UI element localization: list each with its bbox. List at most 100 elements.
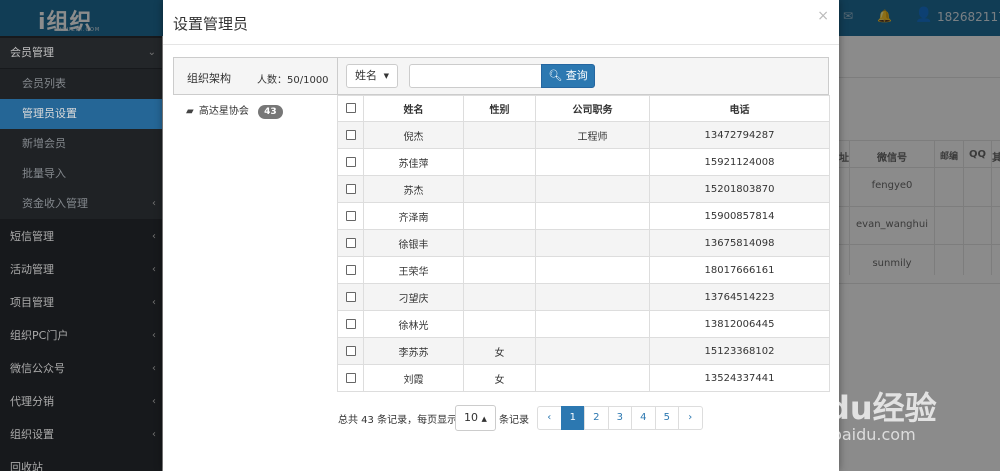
row-checkbox[interactable] [345,318,356,329]
cell-phone: 15921124008 [649,148,830,176]
select-all-checkbox[interactable] [345,103,356,113]
divider [838,77,1000,78]
table-row[interactable]: 李苏苏女 15123368102 [337,337,830,365]
sidebar: 会员管理 ⌄ 会员列表 管理员设置 新增会员 批量导入 资金收入管理 ‹ 短信管… [0,36,162,471]
cell-name: 苏佳萍 [363,148,464,176]
member-table: 姓名 性别 公司职务 电话 倪杰 工程师 13472794287 苏佳萍 1592112… [337,95,830,392]
search-button-label: 查询 [565,69,588,82]
cell-gender: 女 [463,364,536,392]
cell-job-title [535,337,650,365]
cell-job-title [535,175,650,203]
cell-gender [463,148,536,176]
cell-job-title [535,229,650,257]
cell-name: 苏杰 [363,175,464,203]
page-size-dropdown[interactable]: 10 ▲ [455,405,496,431]
select-cell [337,256,364,284]
select-cell [337,175,364,203]
select-cell [337,148,364,176]
watermark-text: Baidu经验 [770,389,937,427]
page-button-5[interactable]: 5 [654,406,679,430]
search-input[interactable] [409,64,542,88]
modal-header: 设置管理员 × [163,0,839,45]
org-tree-node[interactable]: ▰ 高达星协会 43 [186,103,283,121]
close-button[interactable]: × [817,8,829,24]
divider [838,167,1000,168]
next-page-button[interactable]: › [678,406,703,430]
search-icon: 🔍︎ [548,69,563,82]
divider [838,140,1000,141]
cell-job-title [535,148,650,176]
org-structure-header: 组织架构 人数：50/1000 [173,57,338,95]
table-row[interactable]: 倪杰 工程师 13472794287 [337,121,830,149]
cell-job-title [535,283,650,311]
cell-name: 王荣华 [363,256,464,284]
row-checkbox[interactable] [345,156,356,167]
page-button-4[interactable]: 4 [631,406,656,430]
table-row[interactable]: 徐林光 13812006445 [337,310,830,338]
pager-unit-text: 条记录 [499,415,529,426]
cell-gender [463,175,536,203]
search-field-dropdown[interactable]: 姓名 ▼ [346,64,398,88]
cell-gender [463,202,536,230]
column-header-gender: 性别 [463,95,536,122]
column-header-job-title: 公司职务 [535,95,650,122]
row-checkbox[interactable] [345,210,356,221]
page-button-1[interactable]: 1 [560,406,585,430]
page-button-3[interactable]: 3 [607,406,632,430]
row-checkbox[interactable] [345,237,356,248]
cell-gender [463,256,536,284]
row-checkbox[interactable] [345,372,356,383]
select-all-cell [337,95,364,122]
table-row[interactable]: 苏佳萍 15921124008 [337,148,830,176]
watermark-url: jingyan.baidu.com [768,425,916,444]
cell-phone: 13675814098 [649,229,830,257]
cell-job-title [535,364,650,392]
select-cell [337,229,364,257]
table-row[interactable]: 苏杰 15201803870 [337,175,830,203]
table-row[interactable]: 刘霞女 13524337441 [337,364,830,392]
cell-phone: 15123368102 [649,337,830,365]
search-field-value: 姓名 [355,69,377,82]
divider [849,140,850,275]
search-button[interactable]: 🔍︎ 查询 [541,64,595,88]
divider [963,140,964,275]
cell-name: 刁望庆 [363,283,464,311]
cell-phone: 13812006445 [649,310,830,338]
table-row[interactable]: 刁望庆 13764514223 [337,283,830,311]
row-checkbox[interactable] [345,264,356,275]
cell-name: 倪杰 [363,121,464,149]
cell-job-title [535,256,650,284]
baidu-watermark: Baidu经验 jingyan.baidu.com [758,365,998,465]
page-size-value: 10 [464,411,478,424]
bg-wechat-id: fengye0 [871,180,913,191]
bg-table-header: QQ [968,149,986,160]
select-cell [337,283,364,311]
divider [838,283,1000,284]
search-toolbar: 姓名 ▼ 🔍︎ 查询 [337,57,829,95]
caret-down-icon: ▼ [383,72,389,80]
table-header-row: 姓名 性别 公司职务 电话 [337,95,830,122]
prev-page-button[interactable]: ‹ [537,406,562,430]
row-checkbox[interactable] [345,345,356,356]
divider [934,140,935,275]
row-checkbox[interactable] [345,129,356,140]
row-checkbox[interactable] [345,183,356,194]
cell-gender [463,229,536,257]
select-cell [337,337,364,365]
table-row[interactable]: 王荣华 18017666161 [337,256,830,284]
cell-name: 刘霞 [363,364,464,392]
bg-wechat-id: evan_wanghui [856,219,928,230]
table-row[interactable]: 徐银丰 13675814098 [337,229,830,257]
bg-wechat-id: sunmily [872,258,912,269]
cell-phone: 13472794287 [649,121,830,149]
select-cell [337,121,364,149]
table-row[interactable]: 齐泽南 15900857814 [337,202,830,230]
page-button-2[interactable]: 2 [584,406,609,430]
bg-table-header: 微信号 [877,153,907,164]
divider [838,206,1000,207]
org-tree-node-label: 高达星协会 [198,106,249,117]
cell-gender [463,310,536,338]
cell-gender [463,121,536,149]
row-checkbox[interactable] [345,291,356,302]
member-count-badge: 43 [258,105,283,119]
